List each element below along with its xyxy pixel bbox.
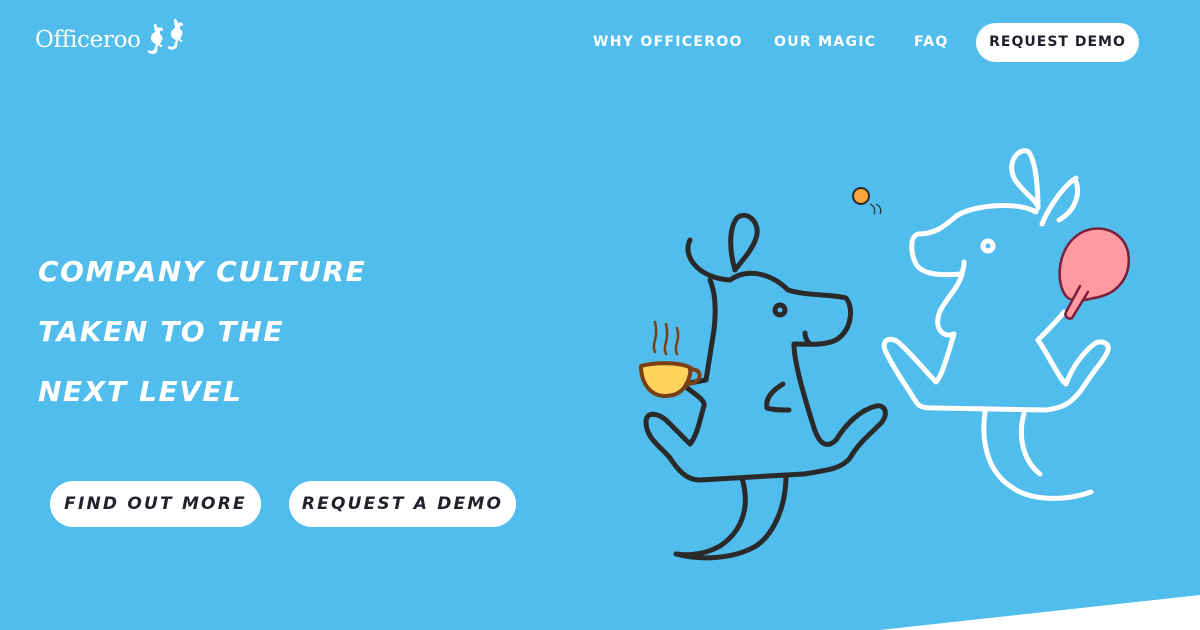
bottom-right-corner-shape bbox=[880, 595, 1200, 630]
